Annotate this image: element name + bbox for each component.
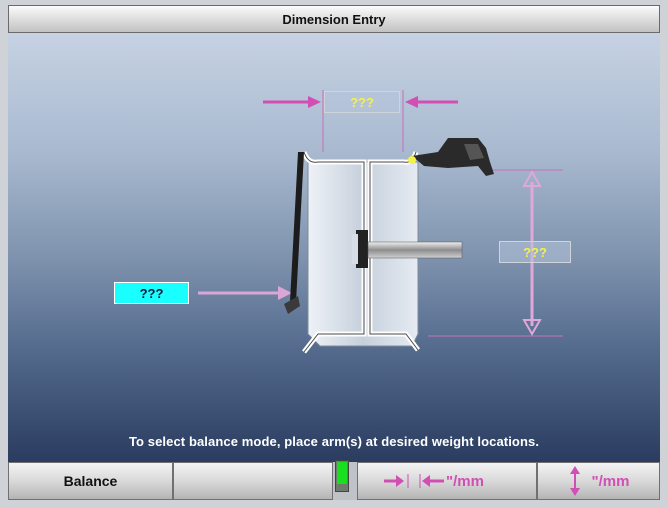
rim-width-value[interactable]: ???	[324, 91, 400, 113]
rim-diameter-value[interactable]: ???	[499, 241, 571, 263]
inner-arm-icon	[284, 152, 304, 314]
width-unit-label: "/mm	[446, 472, 484, 490]
softkey-bar: Balance "/mm "/mm	[8, 462, 660, 500]
balance-button-label: Balance	[63, 473, 118, 489]
diameter-arrows-icon	[568, 465, 582, 497]
status-indicator	[335, 460, 349, 492]
balance-button[interactable]: Balance	[8, 462, 173, 500]
offset-arrow-icon	[198, 286, 292, 300]
sensor-arm-icon	[408, 138, 494, 176]
diameter-unit-label: "/mm	[591, 472, 630, 490]
balancer-shaft-icon	[367, 241, 463, 259]
instruction-text: To select balance mode, place arm(s) at …	[128, 434, 540, 449]
dimension-entry-screen: Dimension Entry ??? ??? ??? To select ba…	[0, 0, 668, 508]
width-arrows-icon	[384, 472, 446, 490]
window-title: Dimension Entry	[8, 5, 660, 33]
blank-softkey[interactable]	[173, 462, 333, 500]
rim-offset-value[interactable]: ???	[114, 282, 189, 304]
diameter-units-button[interactable]: "/mm	[537, 462, 660, 500]
width-units-button[interactable]: "/mm	[357, 462, 537, 500]
diagram-area: ??? ??? ??? To select balance mode, plac…	[8, 34, 660, 462]
